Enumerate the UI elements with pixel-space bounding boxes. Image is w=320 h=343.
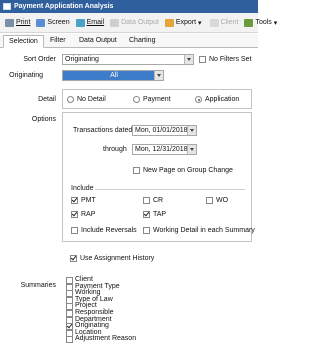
monitor-icon bbox=[36, 18, 46, 27]
date-to-input[interactable]: Mon, 12/31/2018 bbox=[132, 144, 197, 155]
toolbar: Print Screen Email Data Output Export ▾ … bbox=[0, 13, 277, 33]
detail-no-detail-label: No Detail bbox=[77, 96, 106, 103]
use-assignment-history-label: Use Assignment History bbox=[80, 255, 155, 262]
include-label: Include bbox=[71, 185, 94, 192]
include-pmt-label: PMT bbox=[81, 197, 96, 204]
app-icon bbox=[3, 3, 11, 10]
include-cr-checkbox[interactable] bbox=[143, 197, 150, 204]
summaries-label: Summaries bbox=[20, 282, 56, 289]
new-page-label: New Page on Group Change bbox=[143, 167, 233, 174]
export-icon bbox=[164, 18, 174, 27]
sort-order-label: Sort Order bbox=[23, 56, 56, 63]
originating-label: Originating bbox=[9, 72, 43, 79]
options-group: Transactions dated Mon, 01/01/2018 throu… bbox=[62, 112, 255, 242]
detail-no-detail-radio[interactable] bbox=[67, 96, 74, 103]
chevron-down-icon[interactable] bbox=[154, 71, 163, 80]
originating-select[interactable]: All bbox=[62, 70, 164, 81]
detail-payment-radio[interactable] bbox=[133, 96, 140, 103]
new-page-checkbox[interactable] bbox=[133, 167, 140, 174]
email-button[interactable]: Email bbox=[73, 15, 108, 31]
through-label: through bbox=[103, 146, 127, 153]
sort-order-select[interactable]: Originating bbox=[62, 54, 194, 65]
no-filters-label: No Filters Set bbox=[209, 56, 252, 63]
working-detail-label: Working Detail in each Summary bbox=[153, 227, 255, 234]
date-from-input[interactable]: Mon, 01/01/2018 bbox=[132, 125, 197, 136]
include-cr-label: CR bbox=[153, 197, 164, 204]
email-icon bbox=[75, 18, 85, 27]
detail-group: No Detail Payment Application bbox=[62, 89, 252, 109]
working-detail-checkbox[interactable] bbox=[143, 227, 150, 234]
data-output-icon bbox=[110, 18, 120, 27]
include-tap-label: TAP bbox=[153, 211, 167, 218]
client-icon bbox=[209, 18, 219, 27]
window-title-bar: Payment Application Analysis bbox=[0, 0, 258, 13]
include-reversals-label: Include Reversals bbox=[81, 227, 137, 234]
include-wo-checkbox[interactable] bbox=[206, 197, 213, 204]
summary-checkbox[interactable] bbox=[66, 336, 73, 343]
include-pmt-checkbox[interactable] bbox=[71, 197, 78, 204]
include-divider bbox=[95, 189, 245, 190]
calendar-dropdown-icon[interactable] bbox=[187, 126, 196, 135]
detail-application-radio[interactable] bbox=[195, 96, 202, 103]
include-tap-checkbox[interactable] bbox=[143, 211, 150, 218]
include-wo-label: WO bbox=[216, 197, 229, 204]
no-filters-checkbox[interactable] bbox=[199, 56, 206, 63]
data-output-button[interactable]: Data Output bbox=[107, 15, 162, 31]
print-button[interactable]: Print bbox=[2, 15, 33, 31]
export-button[interactable]: Export ▾ bbox=[162, 15, 205, 31]
tools-button[interactable]: Tools ▾ bbox=[241, 15, 280, 31]
tools-icon bbox=[244, 18, 254, 27]
include-rap-checkbox[interactable] bbox=[71, 211, 78, 218]
tab-charting[interactable]: Charting bbox=[124, 35, 160, 48]
include-reversals-checkbox[interactable] bbox=[71, 227, 78, 234]
client-button[interactable]: Client bbox=[207, 15, 242, 31]
summary-label: Adjustment Reason bbox=[75, 335, 137, 343]
detail-application-label: Application bbox=[205, 96, 240, 103]
include-rap-label: RAP bbox=[81, 211, 96, 218]
chevron-down-icon[interactable] bbox=[184, 55, 193, 64]
options-label: Options bbox=[31, 116, 56, 123]
detail-payment-label: Payment bbox=[143, 96, 171, 103]
calendar-dropdown-icon[interactable] bbox=[187, 145, 196, 154]
printer-icon bbox=[5, 18, 14, 27]
window-title: Payment Application Analysis bbox=[14, 3, 114, 10]
use-assignment-history-checkbox[interactable] bbox=[70, 255, 77, 262]
transactions-dated-label: Transactions dated bbox=[73, 127, 133, 134]
tab-selection[interactable]: Selection bbox=[3, 35, 44, 48]
detail-label: Detail bbox=[38, 96, 56, 103]
screen-button[interactable]: Screen bbox=[33, 15, 72, 31]
tab-bar: Selection Filter Data Output Charting bbox=[0, 34, 258, 48]
tab-filter[interactable]: Filter bbox=[45, 35, 71, 48]
tab-data-output[interactable]: Data Output bbox=[74, 35, 122, 48]
